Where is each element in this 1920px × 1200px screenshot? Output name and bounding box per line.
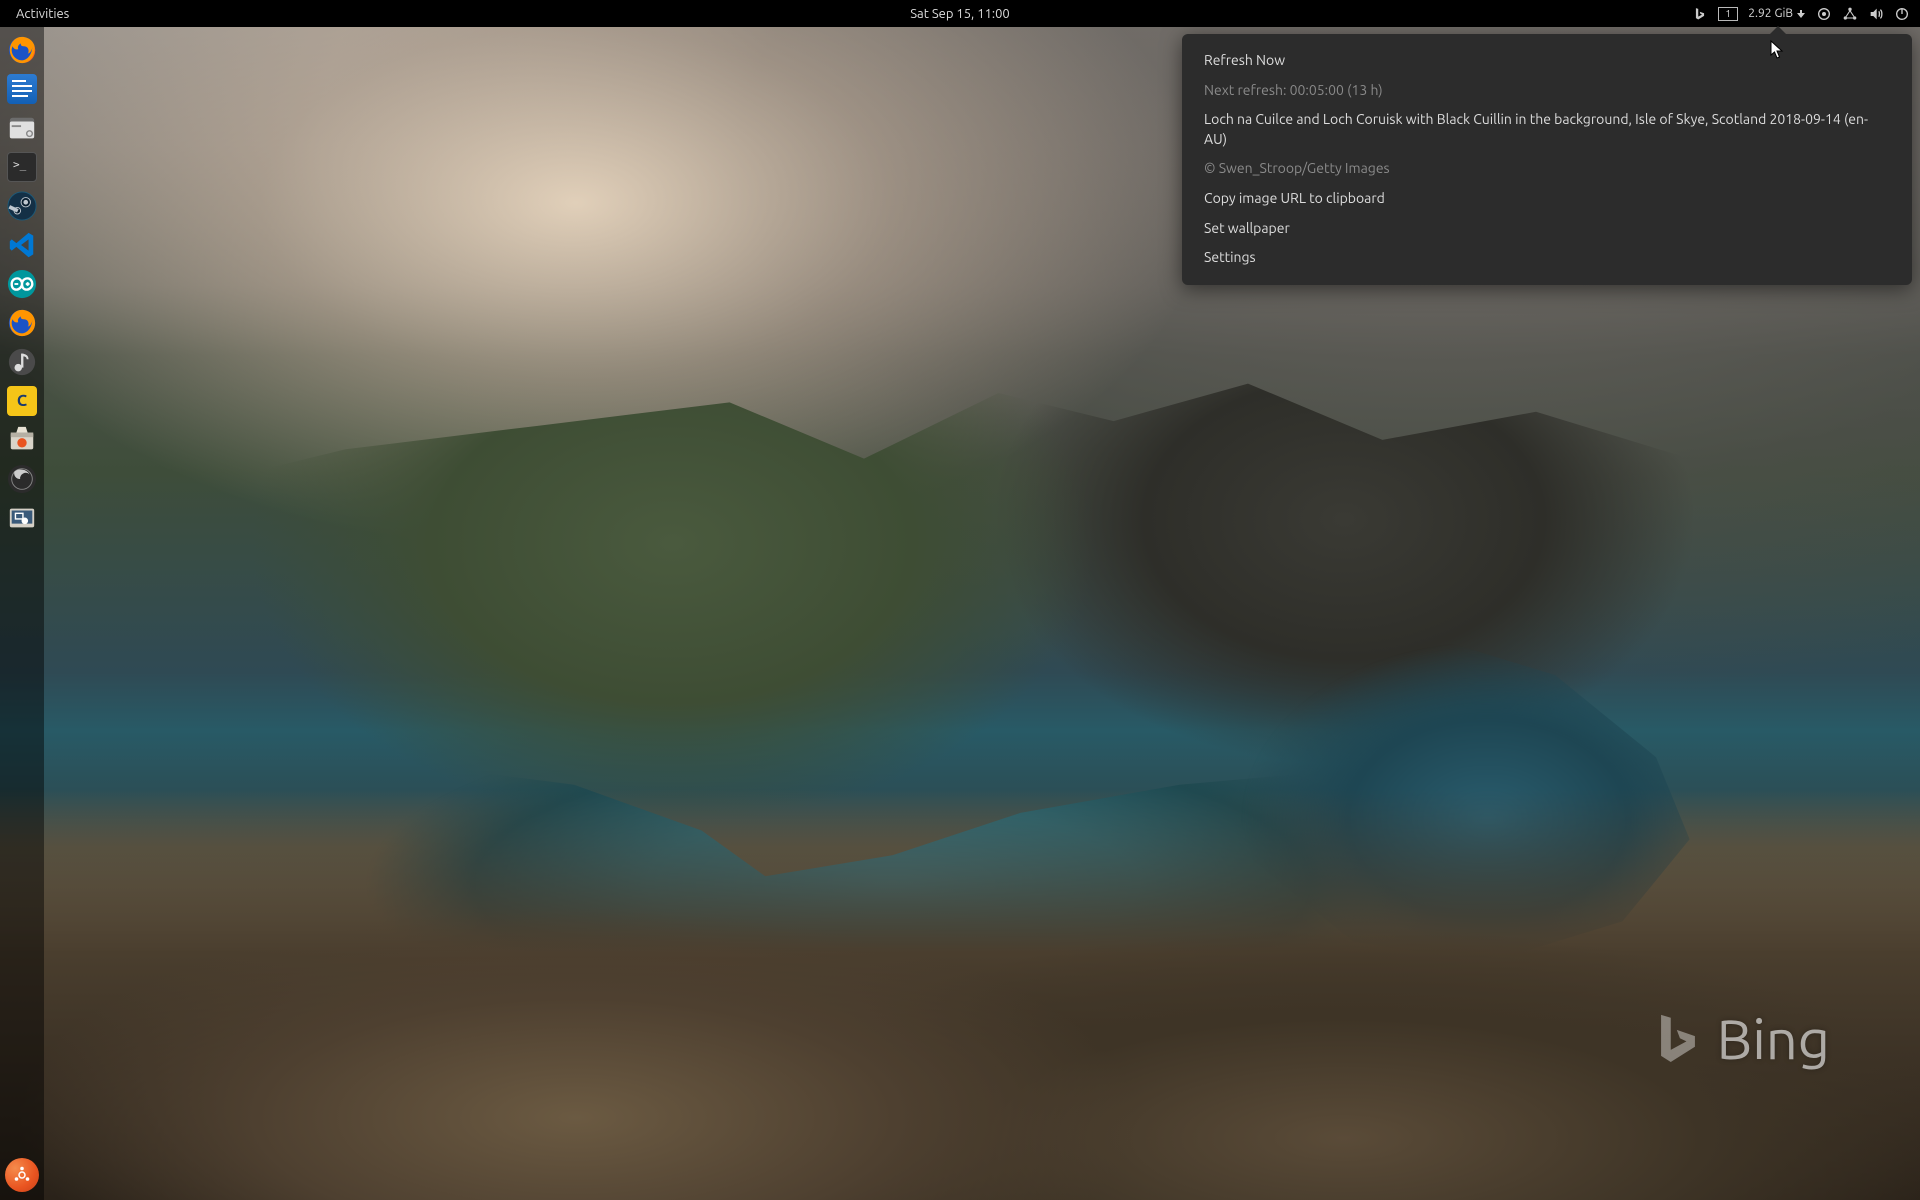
bing-logo-icon: [1649, 1010, 1707, 1068]
ubuntu-logo-icon: [13, 1166, 31, 1184]
netspeed-indicator[interactable]: 2.92 GiB: [1748, 7, 1806, 20]
menu-image-description[interactable]: Loch na Cuilce and Loch Coruisk with Bla…: [1182, 105, 1912, 154]
dock-screenshot[interactable]: [5, 501, 39, 535]
workspace-indicator[interactable]: 1: [1718, 7, 1738, 21]
menu-set-wallpaper[interactable]: Set wallpaper: [1182, 214, 1912, 244]
dock-libreoffice-writer[interactable]: [5, 72, 39, 106]
dock-cura[interactable]: C: [5, 384, 39, 418]
menu-copy-url[interactable]: Copy image URL to clipboard: [1182, 184, 1912, 214]
bing-watermark: Bing: [1649, 1007, 1830, 1070]
wallpaper-rocks: [0, 789, 1920, 1200]
menu-refresh-now[interactable]: Refresh Now: [1182, 46, 1912, 76]
dock-terminal[interactable]: >_: [5, 150, 39, 184]
dock-software-center[interactable]: [5, 423, 39, 457]
menu-copyright: © Swen_Stroop/Getty Images: [1182, 154, 1912, 184]
dock-arduino[interactable]: [5, 267, 39, 301]
menu-settings[interactable]: Settings: [1182, 243, 1912, 273]
dock-files[interactable]: [5, 111, 39, 145]
top-panel: Activities Sat Sep 15, 11:00 1 2.92 GiB: [0, 0, 1920, 27]
dock-firefox-dev[interactable]: [5, 306, 39, 340]
activities-button[interactable]: Activities: [10, 7, 75, 21]
netspeed-value: 2.92: [1748, 7, 1771, 20]
dock-vscode[interactable]: [5, 228, 39, 262]
dock-rhythmbox[interactable]: [5, 345, 39, 379]
dock-obs-studio[interactable]: [5, 462, 39, 496]
dock-steam[interactable]: [5, 189, 39, 223]
clock[interactable]: Sat Sep 15, 11:00: [910, 7, 1010, 21]
show-applications-button[interactable]: [5, 1158, 39, 1192]
system-tray: 1 2.92 GiB: [1692, 6, 1910, 22]
dock: >_ C: [0, 27, 44, 1200]
dock-firefox[interactable]: [5, 33, 39, 67]
power-icon[interactable]: [1894, 6, 1910, 22]
bing-watermark-text: Bing: [1717, 1007, 1830, 1070]
download-arrow-icon: [1796, 9, 1806, 19]
accessibility-icon[interactable]: [1816, 6, 1832, 22]
menu-next-refresh: Next refresh: 00:05:00 (13 h): [1182, 76, 1912, 106]
bing-extension-menu: Refresh Now Next refresh: 00:05:00 (13 h…: [1182, 34, 1912, 285]
mouse-cursor: [1770, 40, 1784, 60]
dropdown-arrow: [1769, 26, 1787, 35]
bing-tray-icon[interactable]: [1692, 6, 1708, 22]
network-icon[interactable]: [1842, 6, 1858, 22]
volume-icon[interactable]: [1868, 6, 1884, 22]
netspeed-unit: GiB: [1775, 7, 1794, 20]
